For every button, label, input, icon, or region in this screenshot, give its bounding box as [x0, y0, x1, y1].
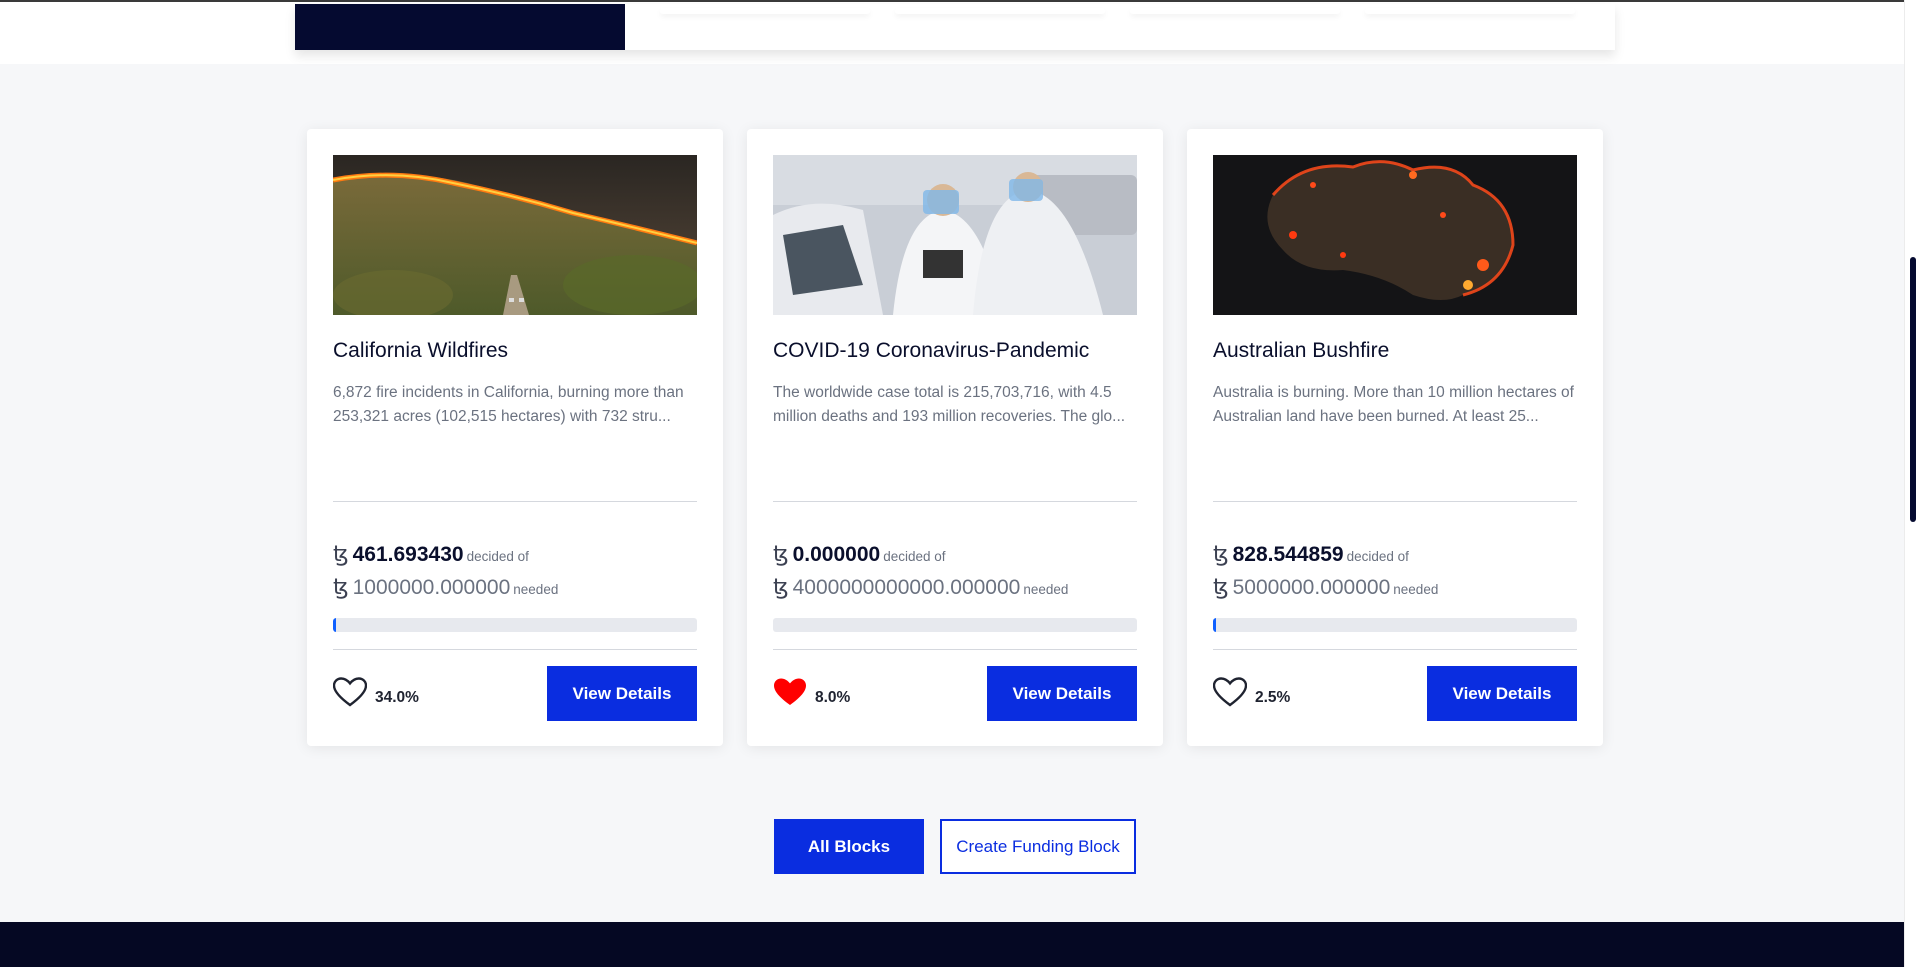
header-shadow-2: [895, 8, 1105, 14]
header-strip: [0, 0, 1904, 64]
like-percent: 8.0%: [815, 689, 851, 706]
divider: [333, 501, 697, 502]
heart-filled-icon[interactable]: [773, 677, 807, 707]
card-description: Australia is burning. More than 10 milli…: [1213, 384, 1574, 425]
funding-progress-bar: [1213, 618, 1577, 632]
card-title: COVID-19 Coronavirus-Pandemic: [773, 339, 1090, 362]
divider: [773, 649, 1137, 650]
heart-outline-icon[interactable]: [1213, 677, 1247, 707]
needed-label: needed: [1023, 582, 1069, 597]
create-funding-block-button[interactable]: Create Funding Block: [940, 819, 1136, 874]
divider: [1213, 649, 1577, 650]
funding-card-australia: Australian Bushfire Australia is burning…: [1187, 129, 1603, 746]
view-details-button[interactable]: View Details: [1427, 666, 1577, 721]
header-panel: [295, 4, 1615, 50]
header-dark-block: [295, 4, 625, 50]
progress-fill: [333, 618, 336, 632]
australia-fire-map-photo: [1213, 155, 1577, 315]
header-shadow-3: [1130, 8, 1340, 14]
decided-amount: 828.544859: [1232, 543, 1344, 566]
view-details-button[interactable]: View Details: [987, 666, 1137, 721]
medical-workers-photo: [773, 155, 1137, 315]
decided-amount-line: ꜩ 0.000000 decided of: [773, 541, 1153, 567]
scrollbar[interactable]: [1904, 0, 1920, 967]
card-description: 6,872 fire incidents in California, burn…: [333, 384, 684, 425]
needed-amount: 1000000.000000: [352, 576, 511, 599]
needed-amount: 5000000.000000: [1232, 576, 1391, 599]
all-blocks-button[interactable]: All Blocks: [774, 819, 924, 874]
tezos-icon: ꜩ: [773, 574, 789, 599]
header-shadow-4: [1365, 8, 1575, 14]
funding-card-covid: COVID-19 Coronavirus-Pandemic The worldw…: [747, 129, 1163, 746]
card-description: The worldwide case total is 215,703,716,…: [773, 384, 1126, 425]
needed-amount: 4000000000000.000000: [792, 576, 1021, 599]
decided-label: decided of: [466, 549, 529, 564]
view-details-button[interactable]: View Details: [547, 666, 697, 721]
decided-amount-line: ꜩ 828.544859 decided of: [1213, 541, 1593, 567]
divider: [333, 649, 697, 650]
card-title: California Wildfires: [333, 339, 509, 362]
header-shadow-1: [660, 8, 870, 14]
tezos-icon: ꜩ: [773, 541, 789, 566]
tezos-icon: ꜩ: [1213, 574, 1229, 599]
like-percent: 34.0%: [375, 689, 419, 706]
card-title: Australian Bushfire: [1213, 339, 1390, 362]
decided-amount-line: ꜩ 461.693430 decided of: [333, 541, 713, 567]
tezos-icon: ꜩ: [1213, 541, 1229, 566]
needed-label: needed: [1393, 582, 1439, 597]
tezos-icon: ꜩ: [333, 541, 349, 566]
decided-label: decided of: [1346, 549, 1409, 564]
funding-card-california: California Wildfires 6,872 fire incident…: [307, 129, 723, 746]
divider: [1213, 501, 1577, 502]
funding-progress-bar: [773, 618, 1137, 632]
needed-amount-line: ꜩ 1000000.000000 needed: [333, 574, 713, 600]
needed-amount-line: ꜩ 5000000.000000 needed: [1213, 574, 1593, 600]
wildfire-photo: [333, 155, 697, 315]
decided-amount: 461.693430: [352, 543, 464, 566]
funding-progress-bar: [333, 618, 697, 632]
needed-label: needed: [513, 582, 559, 597]
needed-amount-line: ꜩ 4000000000000.000000 needed: [773, 574, 1153, 600]
scrollbar-thumb[interactable]: [1910, 257, 1916, 522]
decided-label: decided of: [883, 549, 946, 564]
tezos-icon: ꜩ: [333, 574, 349, 599]
like-percent: 2.5%: [1255, 689, 1291, 706]
decided-amount: 0.000000: [792, 543, 881, 566]
divider: [773, 501, 1137, 502]
progress-fill: [1213, 618, 1216, 632]
heart-outline-icon[interactable]: [333, 677, 367, 707]
footer: [0, 922, 1904, 967]
